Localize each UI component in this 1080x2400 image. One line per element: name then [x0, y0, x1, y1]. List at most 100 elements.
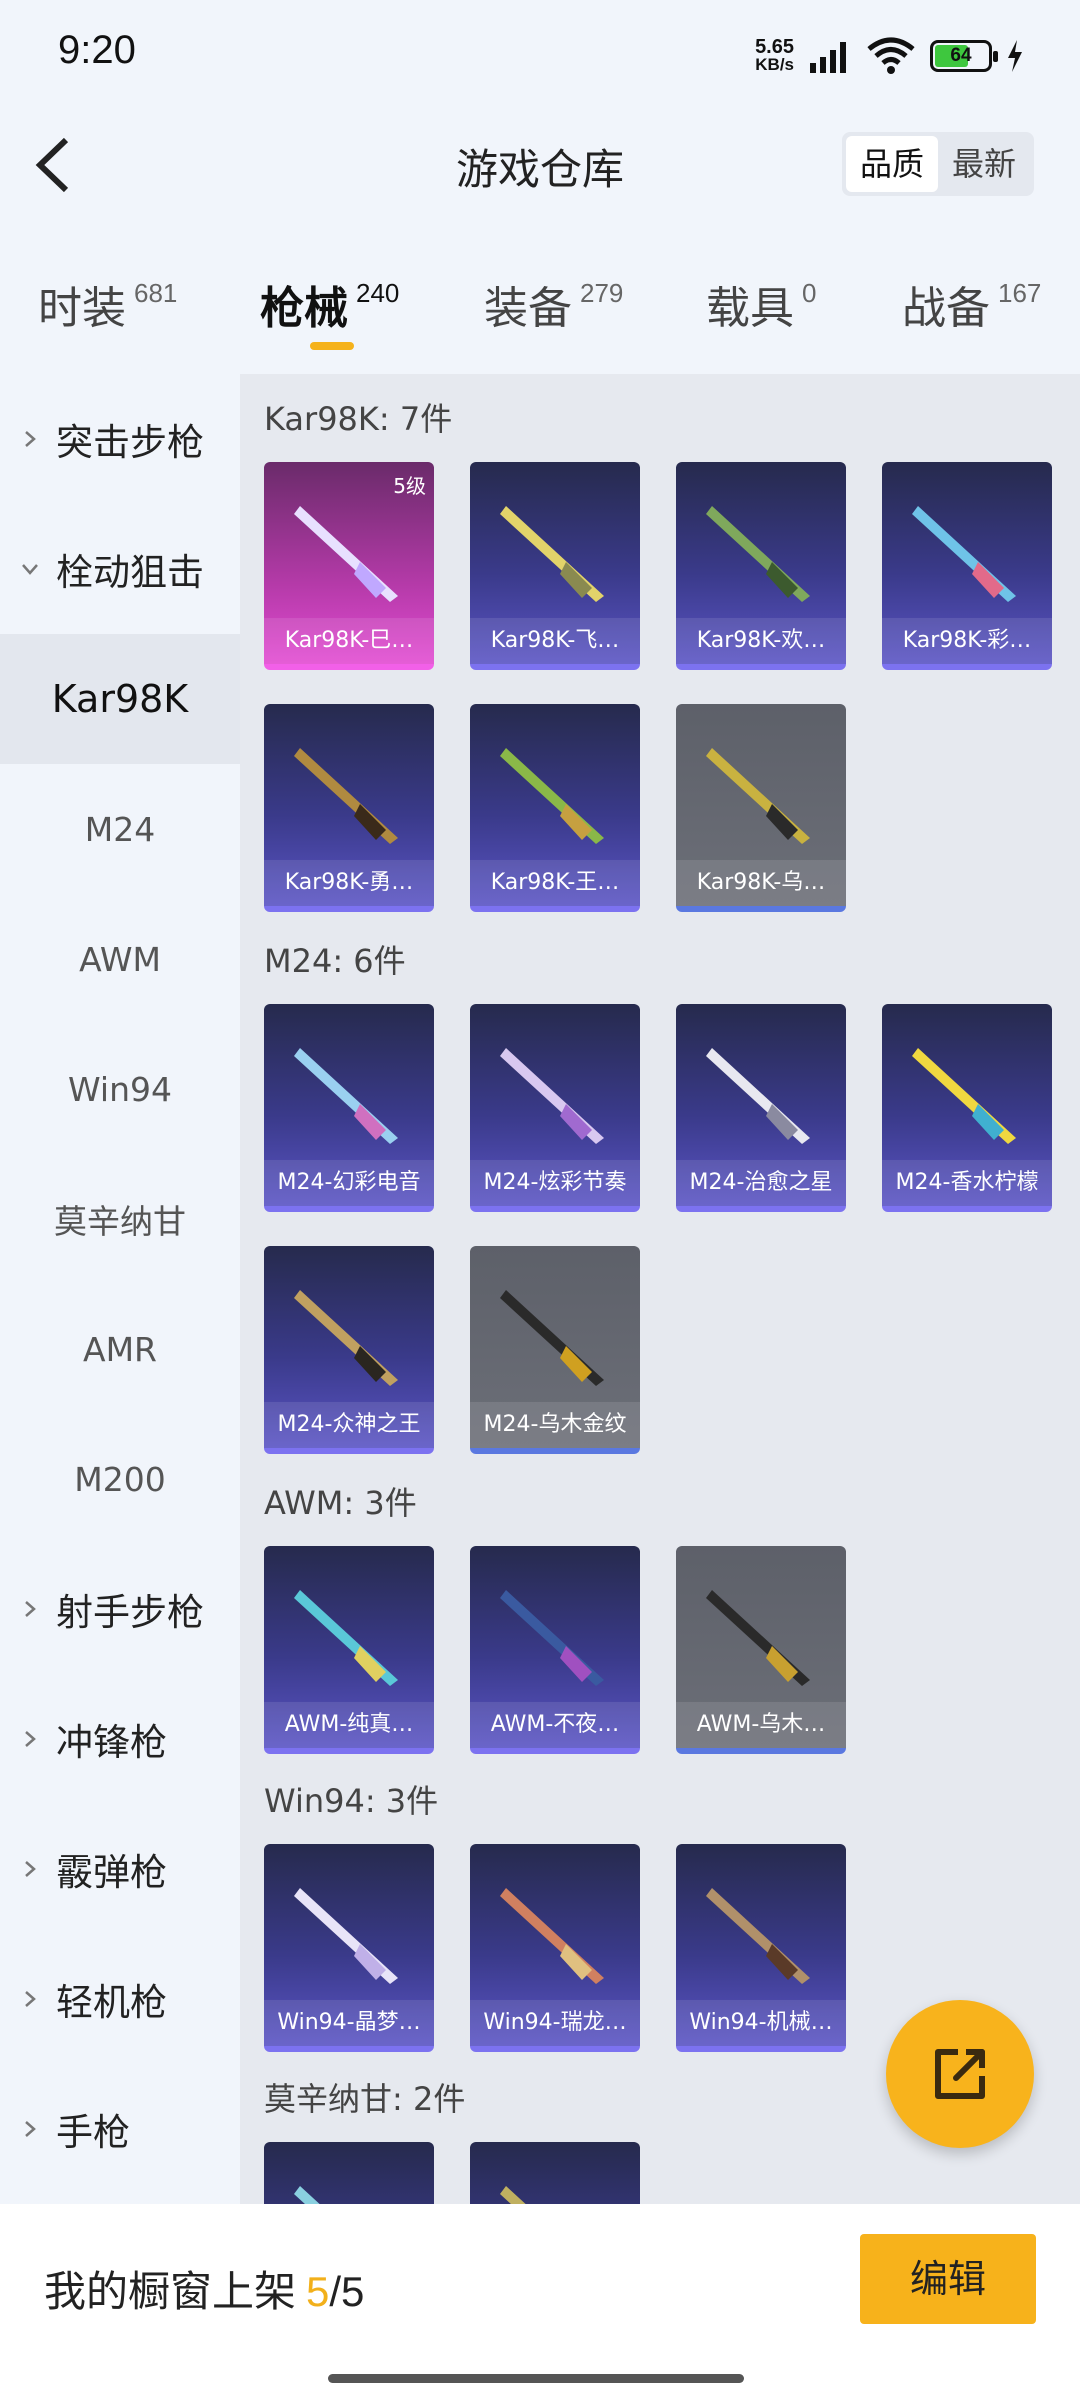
rifle-icon [706, 1888, 810, 1984]
share-icon [935, 2049, 985, 2099]
tab-fashion[interactable]: 时装 681 [38, 272, 177, 336]
item-label: M24-炫彩节奏 [470, 1160, 640, 1206]
item-label: M24-治愈之星 [676, 1160, 846, 1206]
sidebar-item-label: 莫辛纳甘 [54, 1202, 186, 1241]
sidebar-item-kar98k[interactable]: Kar98K [0, 634, 240, 764]
weapon-card[interactable]: Kar98K-王… [470, 704, 640, 912]
item-label: Kar98K-飞… [470, 618, 640, 664]
weapon-card[interactable]: M24-乌木金纹 [470, 1246, 640, 1454]
tab-count: 279 [580, 278, 624, 308]
weapon-card[interactable]: Win94-晶梦… [264, 1844, 434, 2052]
weapon-card[interactable]: AWM-乌木… [676, 1546, 846, 1754]
sidebar-item-awm[interactable]: AWM [0, 894, 240, 1024]
home-indicator[interactable] [328, 2374, 744, 2383]
sidebar-group-shotguns[interactable]: 霰弹枪 [0, 1804, 240, 1934]
weapon-card[interactable]: 5级 Kar98K-巳… [264, 462, 434, 670]
sidebar-item-label: AWM [79, 939, 161, 979]
sort-toggle: 品质 最新 [841, 132, 1034, 196]
chevron-right-icon [25, 1861, 36, 1877]
battery-icon: 64 [930, 40, 998, 72]
rifle-icon [294, 748, 398, 844]
item-label: Kar98K-欢… [676, 618, 846, 664]
item-label: Win94-晶梦… [264, 2000, 434, 2046]
sidebar-group-marksman-rifles[interactable]: 射手步枪 [0, 1544, 240, 1674]
weapon-card[interactable]: Kar98K-乌… [676, 704, 846, 912]
weapon-card[interactable] [264, 2142, 434, 2204]
share-button[interactable] [886, 2000, 1034, 2148]
item-label: M24-香水柠檬 [882, 1160, 1052, 1206]
sidebar-item-m24[interactable]: M24 [0, 764, 240, 894]
item-label: M24-众神之王 [264, 1402, 434, 1448]
weapon-card[interactable]: Kar98K-彩… [882, 462, 1052, 670]
chevron-right-icon [25, 431, 36, 447]
weapon-card[interactable]: AWM-纯真… [264, 1546, 434, 1754]
weapon-card[interactable]: M24-幻彩电音 [264, 1004, 434, 1212]
sidebar: 突击步枪 栓动狙击 Kar98K M24 AWM Win94 莫辛纳甘 AMR … [0, 374, 240, 2204]
sidebar-item-label: 栓动狙击 [56, 551, 204, 594]
sidebar-group-pistols[interactable]: 手枪 [0, 2064, 240, 2194]
sidebar-item-mosin-nagant[interactable]: 莫辛纳甘 [0, 1154, 240, 1284]
sort-option-newest[interactable]: 最新 [938, 136, 1030, 192]
section-title: 莫辛纳甘: 2件 [264, 2080, 466, 2118]
sidebar-item-label: M24 [84, 809, 156, 849]
weapon-card[interactable]: Kar98K-飞… [470, 462, 640, 670]
sidebar-item-m200[interactable]: M200 [0, 1414, 240, 1544]
weapon-card[interactable]: Win94-瑞龙… [470, 1844, 640, 2052]
rifle-icon [500, 2186, 526, 2204]
chevron-down-icon [22, 564, 38, 575]
weapon-card[interactable]: AWM-不夜… [470, 1546, 640, 1754]
tab-count: 167 [998, 278, 1042, 308]
rifle-icon [294, 2186, 320, 2204]
weapon-card[interactable]: M24-众神之王 [264, 1246, 434, 1454]
item-grid: Kar98K: 7件 5级 Kar98K-巳… Kar98K-飞… Kar98K… [240, 374, 1080, 2204]
weapon-card[interactable]: M24-炫彩节奏 [470, 1004, 640, 1212]
network-speed: 5.65 KB/s [755, 37, 794, 74]
sidebar-item-win94[interactable]: Win94 [0, 1024, 240, 1154]
tab-count: 0 [802, 278, 817, 308]
chevron-right-icon [25, 1601, 36, 1617]
sidebar-group-bolt-sniper[interactable]: 栓动狙击 [0, 504, 240, 634]
sidebar-group-assault-rifles[interactable]: 突击步枪 [0, 374, 240, 504]
chevron-right-icon [25, 1731, 36, 1747]
tab-firearms[interactable]: 枪械 240 [260, 272, 399, 336]
rifle-icon [500, 1048, 604, 1144]
network-speed-unit: KB/s [755, 55, 794, 74]
section-title: Win94: 3件 [264, 1782, 439, 1820]
item-label: M24-乌木金纹 [470, 1402, 640, 1448]
tab-equipment[interactable]: 装备 279 [484, 272, 623, 336]
item-label: AWM-纯真… [264, 1702, 434, 1748]
showcase-current: 5 [306, 2268, 330, 2315]
sidebar-group-smg[interactable]: 冲锋枪 [0, 1674, 240, 1804]
tab-battle-gear[interactable]: 战备 167 [902, 272, 1041, 336]
sort-option-quality[interactable]: 品质 [845, 136, 938, 192]
sidebar-group-lmg[interactable]: 轻机枪 [0, 1934, 240, 2064]
sidebar-item-label: Kar98K [51, 677, 189, 721]
sidebar-item-label: 冲锋枪 [56, 1721, 167, 1764]
tab-vehicles[interactable]: 载具 0 [706, 272, 816, 336]
showcase-max: 5 [341, 2268, 365, 2315]
rifle-icon [294, 1590, 398, 1686]
sidebar-item-label: AMR [83, 1329, 157, 1369]
item-label: Kar98K-彩… [882, 618, 1052, 664]
rifle-icon [912, 506, 1016, 602]
header: 游戏仓库 品质 最新 [0, 110, 1080, 220]
rifle-icon [706, 1048, 810, 1144]
edit-button[interactable]: 编辑 [860, 2234, 1036, 2324]
item-label: Win94-机械… [676, 2000, 846, 2046]
item-label: Kar98K-王… [470, 860, 640, 906]
weapon-card[interactable]: M24-治愈之星 [676, 1004, 846, 1212]
sidebar-item-label: M200 [74, 1459, 166, 1499]
weapon-card[interactable]: Kar98K-欢… [676, 462, 846, 670]
sidebar-item-amr[interactable]: AMR [0, 1284, 240, 1414]
item-label: Kar98K-勇… [264, 860, 434, 906]
weapon-card[interactable]: M24-香水柠檬 [882, 1004, 1052, 1212]
weapon-card[interactable]: Win94-机械… [676, 1844, 846, 2052]
weapon-card[interactable] [470, 2142, 640, 2204]
item-label: AWM-乌木… [676, 1702, 846, 1748]
weapon-card[interactable]: Kar98K-勇… [264, 704, 434, 912]
rifle-icon [912, 1048, 1016, 1144]
rifle-icon [294, 1290, 398, 1386]
rifle-icon [500, 1888, 604, 1984]
section-title: AWM: 3件 [264, 1484, 417, 1522]
item-label: Kar98K-乌… [676, 860, 846, 906]
